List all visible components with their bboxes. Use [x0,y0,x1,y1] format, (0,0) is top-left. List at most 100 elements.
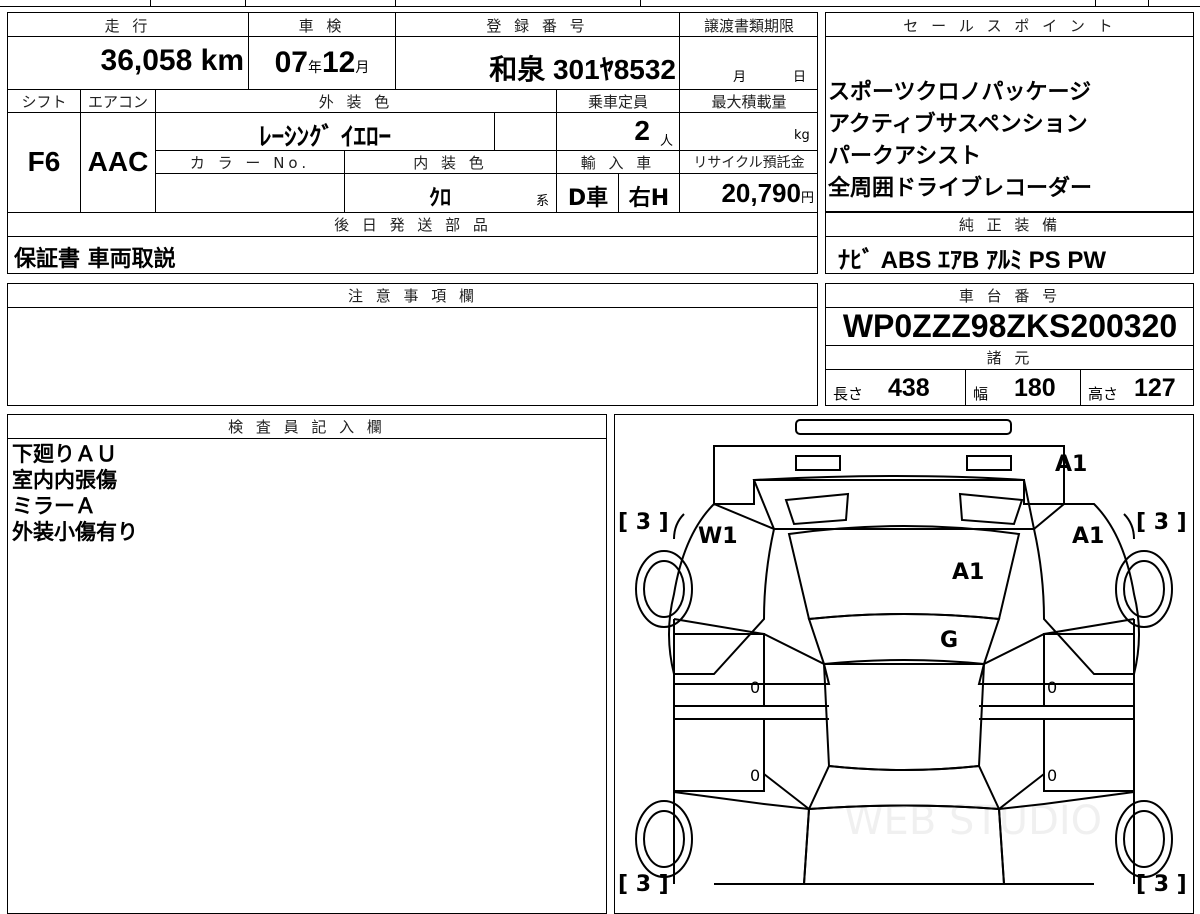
steering-value: 右H [628,186,670,211]
interior-color-suffix: 系 [536,194,550,209]
col-line [494,112,495,150]
length-label: 長さ [833,385,864,403]
capacity-value: 2 [634,115,650,146]
license-light-right [966,455,1012,471]
inspector-lines: 下廻りＡＵ 室内内張傷 ミラーＡ 外装小傷有り [12,441,138,545]
transfer-day-unit: 日 [793,70,807,85]
capacity-unit: 人 [660,134,674,149]
mark-right-low: 0 [1047,766,1058,785]
chassis-label: 車 台 番 号 [958,287,1062,305]
row-line [7,36,818,37]
wheel-rear-right-inner [1123,560,1165,618]
interior-color-value: ｸﾛ [428,185,451,210]
watermark: WEB STUDIO [844,798,1102,844]
left-fender [673,791,811,885]
sales-points-list: スポーツクロノパッケージ アクティブサスペンション パークアシスト 全周囲ドライ… [828,77,1092,205]
later-parts-value: 保証書 車両取説 [14,247,176,272]
recycle-value: 20,790円 [682,178,814,209]
exterior-color-value: ﾚｰｼﾝｸﾞ ｲｴﾛｰ [259,123,391,151]
cabin [822,663,986,771]
inspector-line: ミラーＡ [12,494,96,518]
col-line [1080,369,1081,406]
registration-label: 登 録 番 号 [486,17,589,35]
row-line [825,345,1194,346]
tail-light-left [784,492,850,526]
inspection-year-unit: 年 [308,59,322,75]
rear-bumper-bar [795,419,1012,435]
inspector-label: 検 査 員 記 入 欄 [228,418,386,436]
mileage-number: 36,058 [100,44,193,77]
tire-bracket-rr [1123,513,1135,540]
row-line [7,89,818,90]
later-parts-label: 後 日 発 送 部 品 [334,216,492,234]
sales-points-label: セ ー ル ス ポ イ ン ト [903,17,1117,35]
sales-point-item: アクティブサスペンション [828,112,1088,137]
recycle-amount: 20,790 [721,178,801,208]
col-line [965,369,966,406]
inspection-month-unit: 月 [355,59,370,75]
mark-rear-left: W1 [698,524,738,549]
inspector-line: 室内内張傷 [12,468,117,492]
right-rear-door [1043,633,1135,707]
recycle-unit: 円 [800,190,814,205]
right-sill [979,705,1134,720]
aircon-value: AAC [87,146,149,177]
width-label: 幅 [973,385,989,403]
mileage-value: 36,058 km [10,44,244,78]
tire-tread-rear-left: [ 3 ] [618,510,669,535]
mark-left-low: 0 [750,766,761,785]
top-strip-line [0,6,1200,7]
chassis-number: WP0ZZZ98ZKS200320 [842,308,1178,344]
row-line [825,369,1194,370]
row-line [825,236,1194,237]
sales-point-item: 全周囲ドライブレコーダー [828,176,1093,201]
inspection-year: 07 [274,46,308,79]
row-line [7,438,607,439]
mark-rear-right: A1 [1072,524,1105,549]
wheel-front-right-inner [1123,810,1165,868]
tire-tread-rear-right: [ 3 ] [1136,510,1187,535]
mileage-label: 走 行 [104,17,152,35]
row-line [7,307,818,308]
mark-trunk: A1 [952,560,985,585]
left-sill [674,705,829,720]
row-line [825,36,1194,37]
rear-bumper [713,445,1065,505]
exterior-color-label: 外 装 色 [318,93,394,111]
mark-roof: G [940,628,959,653]
row-line [7,112,818,113]
recycle-label: リサイクル預託金 [693,155,805,171]
transfer-deadline-label: 譲渡書類期限 [703,17,794,35]
car-diagram: WEB STUDIO [635,419,1173,885]
inspection-value: 07年12月 [252,46,392,80]
mark-right-mid: 0 [1047,678,1058,697]
row-line [7,212,818,213]
shift-value: F6 [27,146,61,177]
equipment-label: 純 正 装 備 [958,216,1062,234]
tire-tread-front-right: [ 3 ] [1136,872,1187,897]
max-load-unit: kg [794,128,810,143]
tire-bracket-rl [673,513,685,540]
notes-label: 注 意 事 項 欄 [347,287,479,305]
sales-point-item: パークアシスト [828,144,982,169]
max-load-label: 最大積載量 [711,93,787,111]
registration-value: 和泉 301ﾔ8532 [489,54,676,85]
right-front-door [1043,718,1135,792]
transfer-month-unit: 月 [733,70,747,85]
rear-panel [752,475,1036,530]
wheel-rear-left-inner [643,560,685,618]
tire-tread-front-left: [ 3 ] [618,872,669,897]
height-value: 127 [1134,374,1176,402]
interior-color-label: 内 装 色 [413,154,488,172]
inspection-label: 車 検 [298,17,346,35]
height-label: 高さ [1088,385,1119,403]
mark-left-mid: 0 [750,678,761,697]
inspection-month: 12 [322,46,356,79]
mark-rear-bumper: A1 [1055,452,1088,477]
shift-label: シフト [21,93,67,111]
import-label: 輸 入 車 [580,154,656,172]
sales-point-item: スポーツクロノパッケージ [828,80,1092,105]
aircon-label: エアコン [87,93,148,111]
wheel-front-left-inner [643,810,685,868]
tail-light-right [958,492,1024,526]
